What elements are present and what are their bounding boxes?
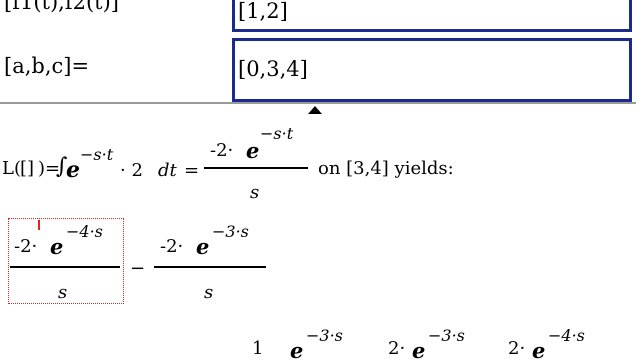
equals-sign: = <box>184 160 200 181</box>
abc-label: [a,b,c]= <box>4 54 90 78</box>
term1-exp: −4·s <box>66 222 103 241</box>
bottom-coeff2: 2· <box>388 338 406 359</box>
term1-bar <box>10 266 120 268</box>
term1-coeff: -2· <box>14 236 38 257</box>
functions-label: [f1(t),f2(t)] <box>4 0 119 14</box>
bottom-e3: e <box>532 338 546 363</box>
term2-exp: −3·s <box>212 222 249 241</box>
functions-input[interactable]: [1,2] <box>232 0 632 32</box>
divider <box>0 102 636 104</box>
bottom-exp3: −4·s <box>548 326 585 345</box>
bottom-exp1: −3·s <box>306 326 343 345</box>
lhs-placeholder[interactable]: [] <box>20 158 34 179</box>
bottom-e2: e <box>412 338 426 363</box>
bottom-exp2: −3·s <box>428 326 465 345</box>
exp-base: e <box>66 157 80 183</box>
fraction-numerator-exp: −s·t <box>260 124 294 143</box>
interval-text: on [3,4] yields: <box>318 158 454 179</box>
minus-sign: − <box>130 258 146 279</box>
caret-up-icon[interactable] <box>308 106 322 114</box>
term2-bar <box>154 266 266 268</box>
term2-coeff: -2· <box>160 236 184 257</box>
fraction-denominator: s <box>250 182 260 203</box>
term1-den: s <box>58 282 68 303</box>
times-two: · 2 <box>120 160 143 181</box>
fraction-numerator-coeff: -2· <box>210 140 234 161</box>
fraction-bar <box>204 167 308 169</box>
bottom-e1: e <box>290 338 304 363</box>
term2-e: e <box>196 234 210 259</box>
abc-input[interactable]: [0,3,4] <box>232 38 632 102</box>
exp-power: −s·t <box>80 145 114 164</box>
lhs-label: L( <box>2 158 21 179</box>
bottom-coeff3: 2· <box>508 338 526 359</box>
cursor-marker <box>38 220 40 230</box>
bottom-one: 1 <box>252 338 264 359</box>
dt-label: dt <box>158 160 177 181</box>
fraction-numerator-e: e <box>246 138 260 163</box>
term1-e: e <box>50 234 64 259</box>
term2-den: s <box>204 282 214 303</box>
